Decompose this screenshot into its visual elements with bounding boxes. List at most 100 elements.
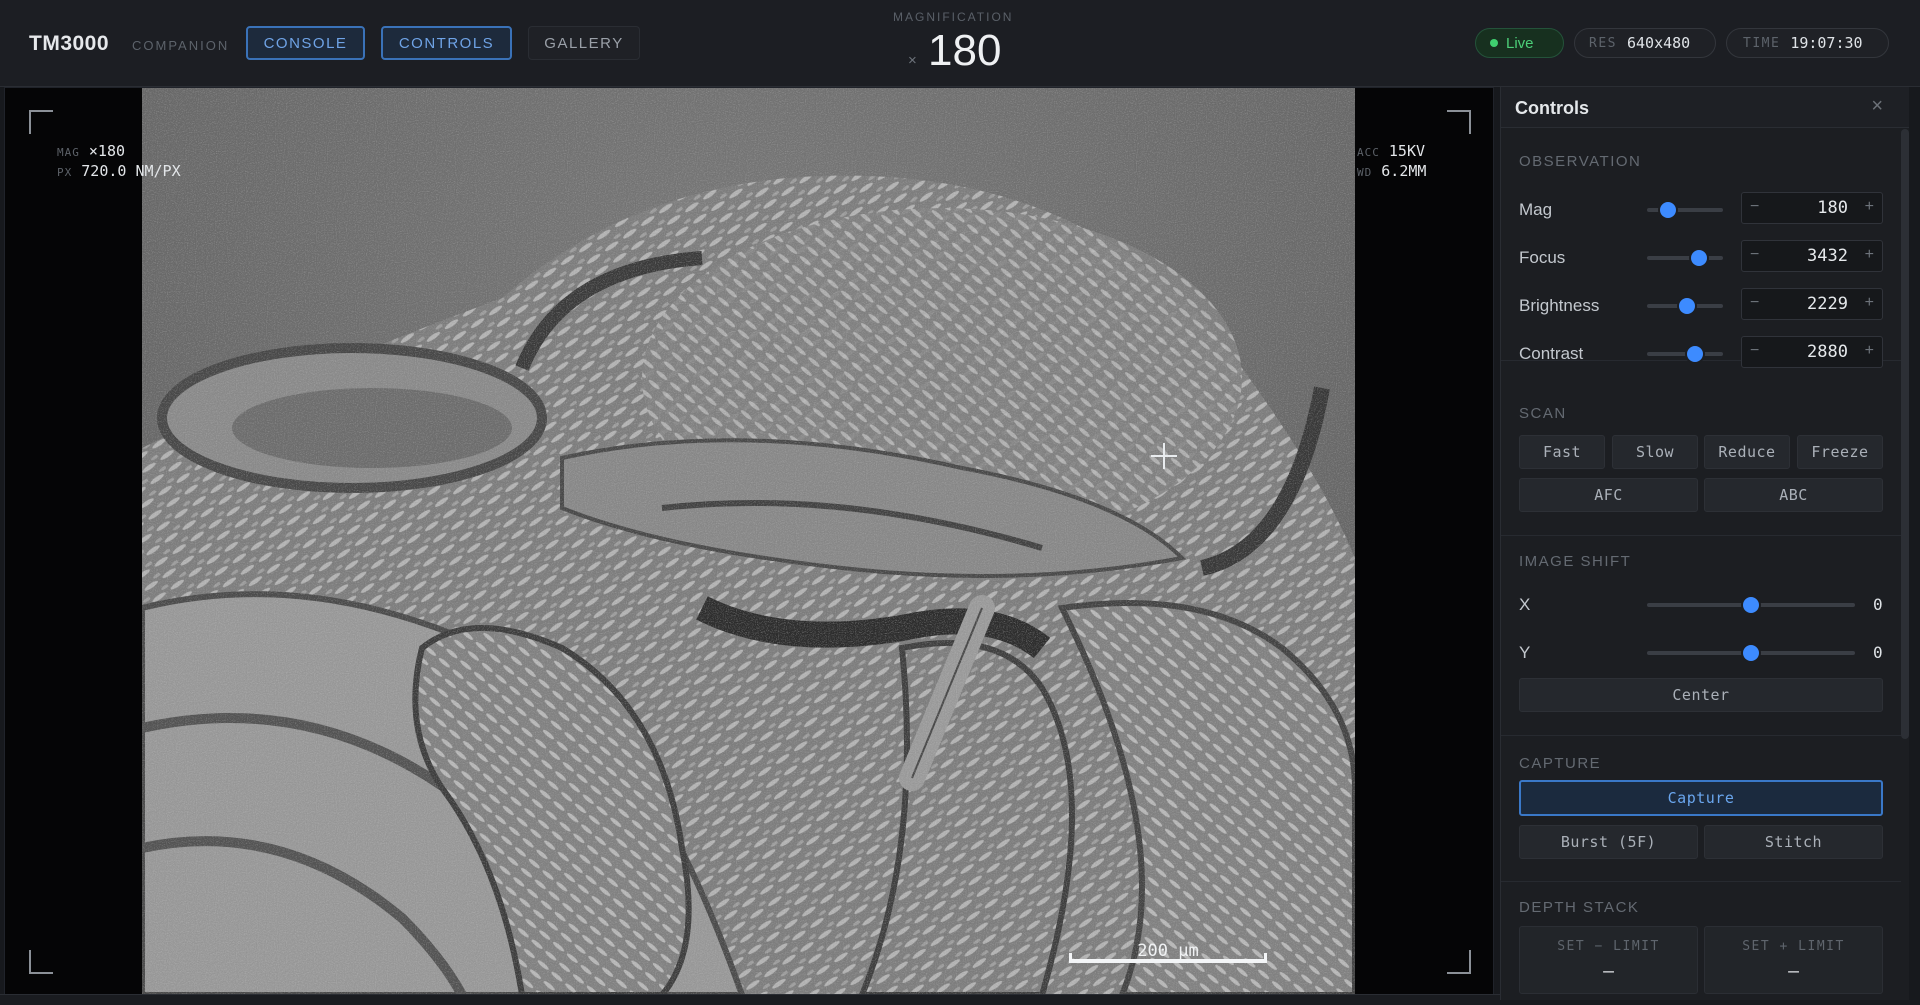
live-dot-icon [1490,39,1498,47]
mag-decrement-button[interactable]: − [1750,198,1759,216]
set-minus-limit-label: SET − LIMIT [1557,939,1660,954]
time-value: 19:07:30 [1790,34,1863,52]
set-plus-limit-label: SET + LIMIT [1742,939,1845,954]
contrast-stepper[interactable]: − 2880 + [1741,336,1883,368]
set-minus-limit-value: — [1603,961,1614,982]
magnification-value: 180 [928,26,1002,75]
overlay-mag-value: ×180 [88,142,126,160]
focus-increment-button[interactable]: + [1865,246,1874,264]
image-shift-title: IMAGE SHIFT [1519,553,1632,570]
overlay-wd-key: WD [1357,166,1373,179]
overlay-px-value: 720.0 NM/PX [81,162,181,180]
focus-label: Focus [1519,248,1566,267]
focus-value[interactable]: 3432 [1807,246,1848,266]
panel-title: Controls [1515,98,1589,118]
mag-label: Mag [1519,200,1553,219]
shift-x-label: X [1519,595,1531,614]
shift-x-slider[interactable] [1647,597,1855,613]
scan-reduce-button[interactable]: Reduce [1704,435,1790,469]
brightness-slider-knob[interactable] [1679,298,1696,314]
scale-bar: 200 µm [1069,941,1267,963]
shift-y-label: Y [1519,643,1531,662]
resolution-badge: RES 640x480 [1574,28,1716,58]
scale-bar-label: 200 µm [1137,941,1199,961]
brightness-decrement-button[interactable]: − [1750,294,1759,312]
overlay-acc-key: ACC [1357,146,1380,159]
mag-slider[interactable] [1647,202,1723,218]
scan-title: SCAN [1519,405,1567,422]
time-badge: TIME 19:07:30 [1726,28,1889,58]
frame-corner-top-left [29,110,53,134]
overlay-left-readout: MAG ×180 PX 720.0 NM/PX [57,142,181,182]
burst-button[interactable]: Burst (5F) [1519,825,1698,859]
bottom-strip [0,994,1500,1005]
shift-y-slider-knob[interactable] [1743,645,1759,661]
crosshair-icon[interactable] [1151,443,1177,469]
afc-button[interactable]: AFC [1519,478,1698,512]
brightness-value[interactable]: 2229 [1807,294,1848,314]
frame-corner-top-right [1447,110,1471,134]
magnification-label: MAGNIFICATION [893,10,1014,24]
capture-title: CAPTURE [1519,755,1602,772]
shift-y-slider[interactable] [1647,645,1855,661]
app-title: TM3000 [29,32,110,55]
magnification-prefix: × [908,52,917,69]
time-key: TIME [1743,35,1781,51]
capture-section: CAPTURE Capture Burst (5F) Stitch [1501,735,1901,882]
frame-corner-bottom-left [29,950,53,974]
tab-controls[interactable]: CONTROLS [381,26,512,60]
stitch-button[interactable]: Stitch [1704,825,1883,859]
close-icon[interactable]: × [1871,95,1883,118]
frame-corner-bottom-right [1447,950,1471,974]
abc-button[interactable]: ABC [1704,478,1883,512]
scale-bar-line [1069,953,1267,963]
shift-x-value: 0 [1873,595,1883,614]
set-minus-limit-button[interactable]: SET − LIMIT — [1519,926,1698,994]
overlay-mag-key: MAG [57,146,80,159]
image-shift-section: IMAGE SHIFT X 0 Y 0 Center [1501,535,1901,736]
tab-gallery[interactable]: GALLERY [528,26,640,60]
observation-title: OBSERVATION [1519,153,1642,170]
brightness-increment-button[interactable]: + [1865,294,1874,312]
sem-micrograph [142,88,1355,995]
focus-slider[interactable] [1647,250,1723,266]
shift-x-slider-knob[interactable] [1743,597,1759,613]
contrast-decrement-button[interactable]: − [1750,342,1759,360]
brightness-stepper[interactable]: − 2229 + [1741,288,1883,320]
panel-header: Controls × [1501,87,1909,128]
top-bar: TM3000 COMPANION CONSOLE CONTROLS GALLER… [0,0,1920,87]
contrast-value[interactable]: 2880 [1807,342,1848,362]
overlay-acc-value: 15KV [1388,142,1426,160]
brightness-slider[interactable] [1647,298,1723,314]
focus-slider-knob[interactable] [1690,250,1707,266]
scan-freeze-button[interactable]: Freeze [1797,435,1883,469]
contrast-slider-knob[interactable] [1686,346,1703,362]
capture-button[interactable]: Capture [1519,780,1883,816]
contrast-increment-button[interactable]: + [1865,342,1874,360]
mag-stepper[interactable]: − 180 + [1741,192,1883,224]
set-plus-limit-button[interactable]: SET + LIMIT — [1704,926,1883,994]
sem-viewer[interactable]: MAG ×180 PX 720.0 NM/PX ACC 15KV WD 6.2M… [4,87,1494,996]
focus-stepper[interactable]: − 3432 + [1741,240,1883,272]
scan-fast-button[interactable]: Fast [1519,435,1605,469]
center-button[interactable]: Center [1519,678,1883,712]
overlay-px-key: PX [57,166,73,179]
focus-decrement-button[interactable]: − [1750,246,1759,264]
resolution-key: RES [1589,35,1617,51]
observation-section: OBSERVATION Mag − 180 + Focus − 3432 + B… [1501,128,1901,368]
mag-increment-button[interactable]: + [1865,198,1874,216]
tab-console[interactable]: CONSOLE [246,26,365,60]
controls-panel: Controls × OBSERVATION Mag − 180 + Focus… [1500,87,1909,1000]
live-label: Live [1506,34,1534,52]
contrast-label: Contrast [1519,344,1584,363]
sem-image[interactable] [142,88,1355,995]
brightness-label: Brightness [1519,296,1600,315]
resolution-value: 640x480 [1626,34,1691,52]
overlay-wd-value: 6.2MM [1381,162,1427,180]
panel-scrollbar[interactable] [1901,129,1909,739]
mag-value[interactable]: 180 [1817,198,1848,218]
mag-slider-knob[interactable] [1660,202,1677,218]
scan-slow-button[interactable]: Slow [1612,435,1698,469]
contrast-slider[interactable] [1647,346,1723,362]
app-subtitle: COMPANION [132,38,230,53]
